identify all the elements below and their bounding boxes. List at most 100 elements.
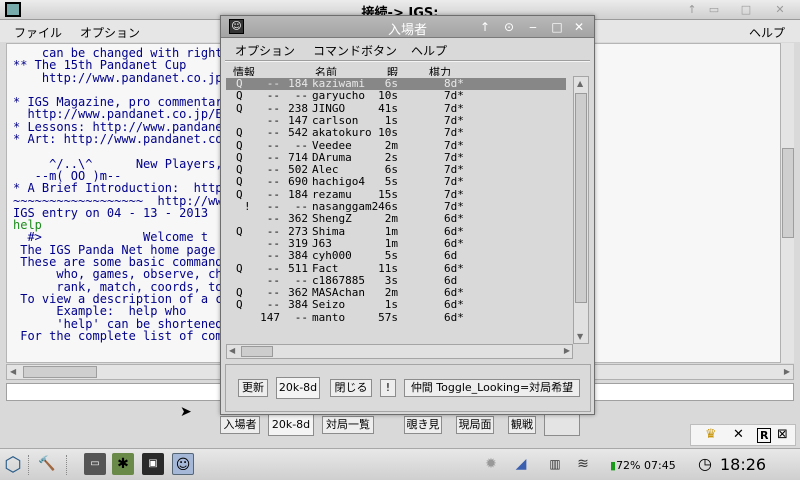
close-icon[interactable]: ✕ — [733, 427, 744, 442]
user-cell-rank: 6d* — [444, 261, 464, 275]
mouse-cursor-icon: ➤ — [180, 404, 192, 420]
scroll-left-icon[interactable]: ◀ — [229, 346, 235, 355]
avatar-icon[interactable]: ☺ — [172, 453, 194, 475]
pin-icon[interactable]: ↑ — [684, 2, 700, 18]
pin-icon[interactable]: ↑ — [477, 19, 493, 35]
scroll-left-icon[interactable]: ◀ — [10, 367, 16, 376]
terminal-icon[interactable]: ▭ — [84, 453, 106, 475]
user-cell-obs: -- — [266, 298, 280, 312]
observe-button[interactable]: 覗き見 — [404, 416, 442, 434]
rank-range-field[interactable]: 20k-8d — [268, 414, 314, 436]
close-icon[interactable]: ✕ — [571, 19, 587, 35]
watch-button[interactable]: 観戦 — [508, 416, 536, 434]
user-cell-rank: 7d* — [444, 89, 464, 103]
console-vscroll-thumb[interactable] — [782, 148, 794, 238]
user-cell-flag: Q — [236, 187, 243, 201]
console-vertical-scrollbar[interactable] — [780, 43, 794, 363]
user-cell-rank: 6d* — [444, 310, 464, 324]
user-row[interactable]: Q -- -- garyucho 10s 7d* — [226, 89, 566, 103]
dialog-rank-range-field[interactable]: 20k-8d — [276, 377, 320, 399]
panda-icon[interactable]: ✱ — [112, 453, 134, 475]
hammer-icon[interactable]: 🔨 — [36, 453, 58, 475]
user-list-hscroll-thumb[interactable] — [241, 346, 273, 357]
r-icon[interactable]: R — [757, 428, 772, 443]
user-row[interactable]: -- 384 cyh000 5s 6d — [226, 249, 566, 263]
clock-time[interactable]: 18:26 — [720, 455, 766, 474]
user-row[interactable]: Q -- 690 hachigo4 5s 7d* — [226, 175, 566, 189]
user-cell-obs: -- — [266, 212, 280, 226]
user-row[interactable]: -- 362 ShengZ 2m 6d* — [226, 212, 566, 226]
user-cell-flag: Q — [236, 261, 243, 275]
user-list-vscroll-thumb[interactable] — [575, 93, 587, 303]
menu-help[interactable]: ヘルプ — [749, 24, 785, 41]
input-method-tray: ♛ ✕ R ⊠ — [690, 424, 796, 446]
maximize-icon[interactable]: □ — [549, 19, 565, 35]
console-line: * Art: http://www.pandanet.co. — [13, 132, 230, 147]
close-icon[interactable]: ⊠ — [777, 427, 788, 442]
user-cell-idle: 10s — [378, 89, 398, 103]
monitor-icon[interactable]: ▣ — [142, 453, 164, 475]
user-cell-play: 511 — [288, 261, 308, 275]
scroll-down-icon[interactable]: ▼ — [577, 332, 583, 341]
user-list[interactable]: Q -- 184 kaziwami 6s 8d* Q -- -- garyucho 10s 7d* Q -… — [226, 76, 576, 341]
dot-icon[interactable]: ⊙ — [501, 19, 517, 35]
user-cell-flag: Q — [236, 298, 243, 312]
wifi-icon[interactable]: ≋ — [572, 453, 594, 475]
brightness-icon[interactable]: ✹ — [480, 453, 502, 475]
user-cell-flag: Q — [236, 138, 243, 152]
user-cell-flag: Q — [236, 89, 243, 103]
console-line: IGS entry on 04 - 13 - 2013 — [13, 205, 209, 220]
maximize-icon[interactable]: □ — [738, 2, 754, 18]
console-line: For the complete list of comm — [13, 328, 230, 343]
close-icon[interactable]: ✕ — [772, 2, 788, 18]
user-cell-play: 690 — [288, 175, 308, 189]
dialog-menu-help[interactable]: ヘルプ — [411, 42, 447, 59]
user-cell-idle: 5s — [384, 249, 398, 263]
toggle-looking-button[interactable]: 仲間 Toggle_Looking=対局希望 — [404, 379, 580, 397]
user-cell-idle: 2m — [384, 212, 398, 226]
dialog-menu-options[interactable]: オプション — [235, 42, 295, 59]
user-cell-obs: -- — [266, 138, 280, 152]
crown-icon[interactable]: ♛ — [705, 427, 717, 442]
user-row[interactable]: Q -- -- Veedee 2m 7d* — [226, 138, 566, 152]
user-row[interactable]: Q -- 384 Seizo 1s 6d* — [226, 298, 566, 312]
menu-file[interactable]: ファイル — [14, 24, 62, 41]
clock-icon: ◷ — [698, 454, 712, 473]
current-position-button[interactable]: 現局面 — [456, 416, 494, 434]
user-list-vertical-scrollbar[interactable]: ▲ ▼ — [573, 76, 589, 344]
battery-text: 72% 07:45 — [616, 459, 676, 472]
close-button[interactable]: 閉じる — [330, 379, 372, 397]
console-line: http://www.pandanet.co.jp/e — [13, 70, 237, 85]
scroll-right-icon[interactable]: ▶ — [784, 367, 790, 376]
user-cell-flag: Q — [236, 224, 243, 238]
bang-button[interactable]: ! — [380, 379, 396, 397]
user-row[interactable]: Q -- 511 Fact 11s 6d* — [226, 261, 566, 275]
user-cell-obs: -- — [266, 126, 280, 140]
user-cell-flag: Q — [236, 126, 243, 140]
users-button[interactable]: 入場者 — [220, 416, 260, 434]
dialog-title-bar[interactable]: ☺ 入場者 ↑ ⊙ ‒ □ ✕ — [221, 16, 594, 38]
game-list-button[interactable]: 対局一覧 — [322, 416, 374, 434]
battery-status[interactable]: ▮72% 07:45 — [610, 459, 676, 472]
refresh-button[interactable]: 更新 — [238, 379, 268, 397]
minimize-icon[interactable]: ▭ — [706, 2, 722, 18]
dialog-menu-command-button[interactable]: コマンドボタン — [313, 42, 397, 59]
user-cell-idle: 5s — [384, 175, 398, 189]
user-cell-idle: 1s — [384, 298, 398, 312]
scroll-up-icon[interactable]: ▲ — [577, 79, 583, 88]
user-cell-idle: 57s — [378, 310, 398, 324]
console-hscroll-thumb[interactable] — [23, 366, 97, 378]
user-row[interactable]: Q -- 542 akatokuro 10s 7d* — [226, 126, 566, 140]
user-cell-rank: 7d* — [444, 138, 464, 152]
minimize-icon[interactable]: ‒ — [525, 19, 541, 35]
user-cell-rank: 6d — [444, 249, 458, 263]
start-menu-icon[interactable]: ⬡ — [2, 453, 24, 475]
user-cell-play: 384 — [288, 249, 308, 263]
scroll-right-icon[interactable]: ▶ — [564, 346, 570, 355]
wifi-signal-icon[interactable]: ◢ — [510, 453, 532, 475]
network-icon[interactable]: ▥ — [544, 453, 566, 475]
taskbar-separator — [66, 455, 68, 475]
user-row[interactable]: 147 -- manto 57s 6d* — [226, 310, 566, 324]
user-list-horizontal-scrollbar[interactable]: ◀ ▶ — [226, 344, 573, 359]
menu-options[interactable]: オプション — [80, 24, 140, 41]
